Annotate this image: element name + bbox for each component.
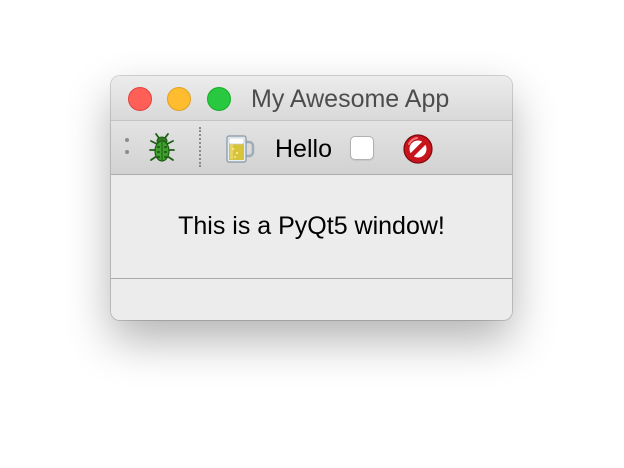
bug-icon (149, 133, 175, 162)
hello-checkbox[interactable] (350, 136, 374, 160)
toolbar: Hello (111, 120, 512, 175)
beer-tool-button[interactable] (222, 131, 256, 165)
app-window: My Awesome App Hello This is a PyQt5 win… (111, 76, 512, 320)
minimize-window-button[interactable] (167, 87, 191, 111)
toolbar-separator (199, 127, 201, 167)
hello-checkbox-label[interactable]: Hello (275, 135, 332, 164)
stop-icon (403, 134, 433, 164)
title-bar[interactable]: My Awesome App (111, 76, 512, 120)
main-label: This is a PyQt5 window! (178, 212, 445, 240)
close-window-button[interactable] (128, 87, 152, 111)
stop-tool-button[interactable] (401, 132, 435, 166)
toolbar-drag-handle[interactable] (125, 138, 129, 158)
zoom-window-button[interactable] (207, 87, 231, 111)
bug-tool-button[interactable] (145, 131, 179, 165)
central-widget: This is a PyQt5 window! (111, 175, 512, 278)
window-title: My Awesome App (251, 85, 450, 113)
status-bar (111, 278, 512, 320)
beer-icon (226, 135, 255, 163)
